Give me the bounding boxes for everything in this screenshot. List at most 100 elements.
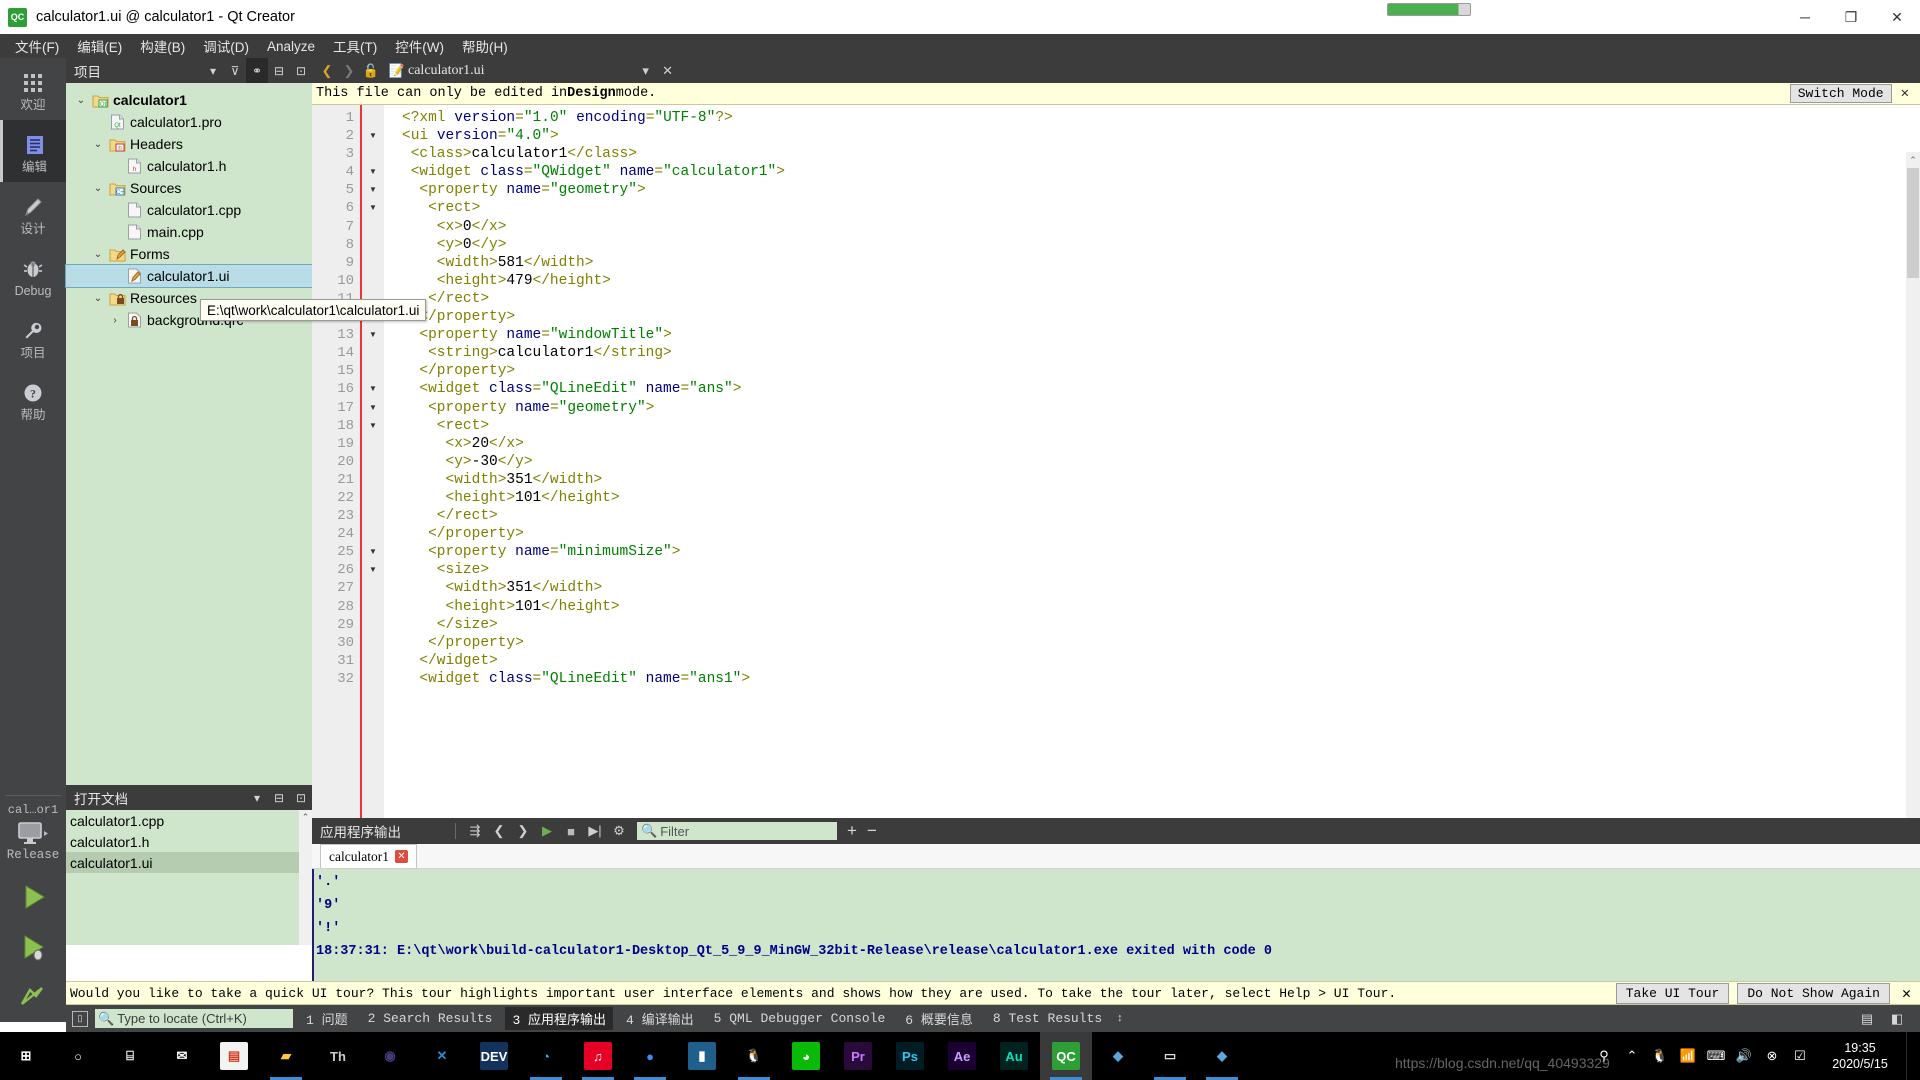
- mode-button-Debug[interactable]: Debug: [0, 244, 66, 306]
- taskbar-qt-designer[interactable]: ◆: [1092, 1032, 1144, 1080]
- taskbar-qt-assistant[interactable]: ▭: [1144, 1032, 1196, 1080]
- collapse-twisty-icon[interactable]: ⌄: [89, 183, 107, 194]
- mode-button-项目[interactable]: 项目: [0, 306, 66, 368]
- tree-item-calculator1.pro[interactable]: Qtcalculator1.pro: [66, 111, 312, 133]
- close-panel-icon[interactable]: ⊡: [290, 785, 312, 810]
- menu-build[interactable]: 构建(B): [131, 33, 194, 59]
- taskbar-clock[interactable]: 19:35 2020/5/15: [1814, 1040, 1906, 1072]
- volume-icon[interactable]: 🔊: [1730, 1032, 1758, 1080]
- run-icon[interactable]: ▶: [535, 818, 559, 844]
- next-icon[interactable]: ❯: [511, 818, 535, 844]
- do-not-show-again-button[interactable]: Do Not Show Again: [1737, 983, 1890, 1004]
- expand-twisty-icon[interactable]: ›: [106, 315, 124, 326]
- banner-close-icon[interactable]: ✕: [1901, 85, 1909, 102]
- onedrive-check-icon[interactable]: ☑: [1786, 1032, 1814, 1080]
- taskbar-mail-app[interactable]: ✉: [156, 1032, 208, 1080]
- menu-window[interactable]: 控件(W): [386, 33, 453, 59]
- fold-toggle-icon[interactable]: ▼: [362, 181, 384, 199]
- fold-toggle-icon[interactable]: ▼: [362, 380, 384, 398]
- output-tab-close-icon[interactable]: ✕: [395, 850, 408, 863]
- taskbar-qt-creator[interactable]: QC: [1040, 1032, 1092, 1080]
- open-document-calculator1.h[interactable]: calculator1.h: [66, 831, 312, 852]
- tree-item-calculator1.cpp[interactable]: calculator1.cpp: [66, 199, 312, 221]
- progress-icon[interactable]: ▤: [1852, 1011, 1882, 1027]
- close-panel-icon[interactable]: ⊡: [290, 58, 312, 83]
- chevron-down-icon[interactable]: ▾: [202, 58, 224, 83]
- taskbar-adobe-after-effects[interactable]: Ae: [936, 1032, 988, 1080]
- scrollbar-thumb[interactable]: [1907, 168, 1919, 278]
- taskbar-adobe-photoshop[interactable]: Ps: [884, 1032, 936, 1080]
- fold-toggle-icon[interactable]: ▼: [362, 199, 384, 217]
- tree-item-Sources[interactable]: ⌄C+Sources: [66, 177, 312, 199]
- status-tab-概要信息[interactable]: 6 概要信息: [898, 1007, 980, 1030]
- editor-vertical-scrollbar[interactable]: ⌃: [1906, 152, 1920, 818]
- collapse-twisty-icon[interactable]: ⌄: [72, 95, 90, 106]
- taskbar-dev-cpp[interactable]: DEV: [468, 1032, 520, 1080]
- taskbar-adobe-premiere[interactable]: Pr: [832, 1032, 884, 1080]
- open-documents-scrollbar[interactable]: ⌃: [299, 810, 312, 945]
- menu-tools[interactable]: 工具(T): [324, 33, 386, 59]
- taskbar-file-explorer[interactable]: ▰: [260, 1032, 312, 1080]
- taskbar-qt-linguist[interactable]: ◆: [1196, 1032, 1248, 1080]
- taskbar-cortana-search[interactable]: ○: [52, 1032, 104, 1080]
- run-button[interactable]: [16, 872, 50, 922]
- attach-icon[interactable]: ▶|: [583, 818, 607, 844]
- taskbar-firefox-browser[interactable]: ◉: [364, 1032, 416, 1080]
- taskbar-microsoft-edge[interactable]: ◔: [520, 1032, 572, 1080]
- forward-icon[interactable]: ❯: [338, 58, 360, 83]
- tree-item-calculator1.h[interactable]: hcalculator1.h: [66, 155, 312, 177]
- taskbar-wechat-app[interactable]: ◕: [780, 1032, 832, 1080]
- penguin-icon[interactable]: 🐧: [1646, 1032, 1674, 1080]
- taskbar-notes-app[interactable]: ▮: [676, 1032, 728, 1080]
- menu-edit[interactable]: 编辑(E): [68, 33, 131, 59]
- maximize-button[interactable]: ❐: [1828, 0, 1874, 34]
- start-debugging-button[interactable]: [16, 922, 50, 972]
- editor-file-selector[interactable]: 📝 calculator1.ui: [386, 58, 485, 83]
- collapse-twisty-icon[interactable]: ⌄: [89, 139, 107, 150]
- close-icon[interactable]: ✕: [657, 58, 679, 83]
- open-document-calculator1.cpp[interactable]: calculator1.cpp: [66, 810, 312, 831]
- taskbar-microsoft-store[interactable]: ▤: [208, 1032, 260, 1080]
- zoom-in-button[interactable]: +: [847, 821, 857, 841]
- scroll-up-arrow[interactable]: ⌃: [1906, 152, 1920, 168]
- kit-selector-button[interactable]: [16, 821, 50, 847]
- lock-icon[interactable]: 🔓: [360, 58, 382, 83]
- menu-analyze[interactable]: Analyze: [258, 36, 324, 57]
- taskbar-start-button[interactable]: ⊞: [0, 1032, 52, 1080]
- menu-help[interactable]: 帮助(H): [453, 33, 517, 59]
- fold-column[interactable]: ▼▼▼▼▼▼▼▼▼▼: [362, 105, 384, 818]
- output-toggle-icon[interactable]: ◧: [1882, 1011, 1912, 1027]
- status-tab-应用程序输出[interactable]: 3 应用程序输出: [505, 1007, 613, 1030]
- code-editor[interactable]: 1234567891011121314151617181920212223242…: [312, 105, 1920, 818]
- close-button[interactable]: ✕: [1874, 0, 1920, 34]
- status-tab-问题[interactable]: 1 问题: [299, 1007, 355, 1030]
- stop-icon[interactable]: ■: [559, 818, 583, 844]
- fold-toggle-icon[interactable]: ▼: [362, 561, 384, 579]
- status-tab-Test Results[interactable]: 8 Test Results: [986, 1009, 1109, 1028]
- mode-button-编辑[interactable]: 编辑: [0, 120, 66, 182]
- collapse-twisty-icon[interactable]: ⌄: [89, 249, 107, 260]
- split-icon[interactable]: ⊟: [268, 58, 290, 83]
- tree-item-Headers[interactable]: ⌄hHeaders: [66, 133, 312, 155]
- zoom-out-button[interactable]: −: [867, 821, 877, 841]
- build-button[interactable]: [16, 972, 50, 1022]
- sync-icon[interactable]: ⊗: [1758, 1032, 1786, 1080]
- status-tab-QML Debugger Console[interactable]: 5 QML Debugger Console: [707, 1009, 893, 1028]
- wifi-icon[interactable]: 📶: [1674, 1032, 1702, 1080]
- collapse-twisty-icon[interactable]: ⌄: [89, 293, 107, 304]
- locate-input[interactable]: 🔍 Type to locate (Ctrl+K): [95, 1009, 293, 1028]
- taskbar-netease-music[interactable]: ♫: [572, 1032, 624, 1080]
- mode-button-欢迎[interactable]: 欢迎: [0, 58, 66, 120]
- output-tab[interactable]: calculator1 ✕: [320, 844, 417, 868]
- tree-item-Forms[interactable]: ⌄Forms: [66, 243, 312, 265]
- taskbar-vs-code[interactable]: ✕: [416, 1032, 468, 1080]
- fold-toggle-icon[interactable]: ▼: [362, 417, 384, 435]
- kit-project-name[interactable]: cal…or1: [8, 803, 58, 817]
- taskbar-thunder-app[interactable]: Th: [312, 1032, 364, 1080]
- mode-button-帮助[interactable]: ?帮助: [0, 368, 66, 430]
- sidebar-toggle-icon[interactable]: ▯: [72, 1011, 88, 1027]
- switch-mode-button[interactable]: Switch Mode: [1790, 84, 1892, 103]
- taskbar-google-chrome[interactable]: ●: [624, 1032, 676, 1080]
- mode-button-设计[interactable]: 设计: [0, 182, 66, 244]
- back-icon[interactable]: ❮: [316, 58, 338, 83]
